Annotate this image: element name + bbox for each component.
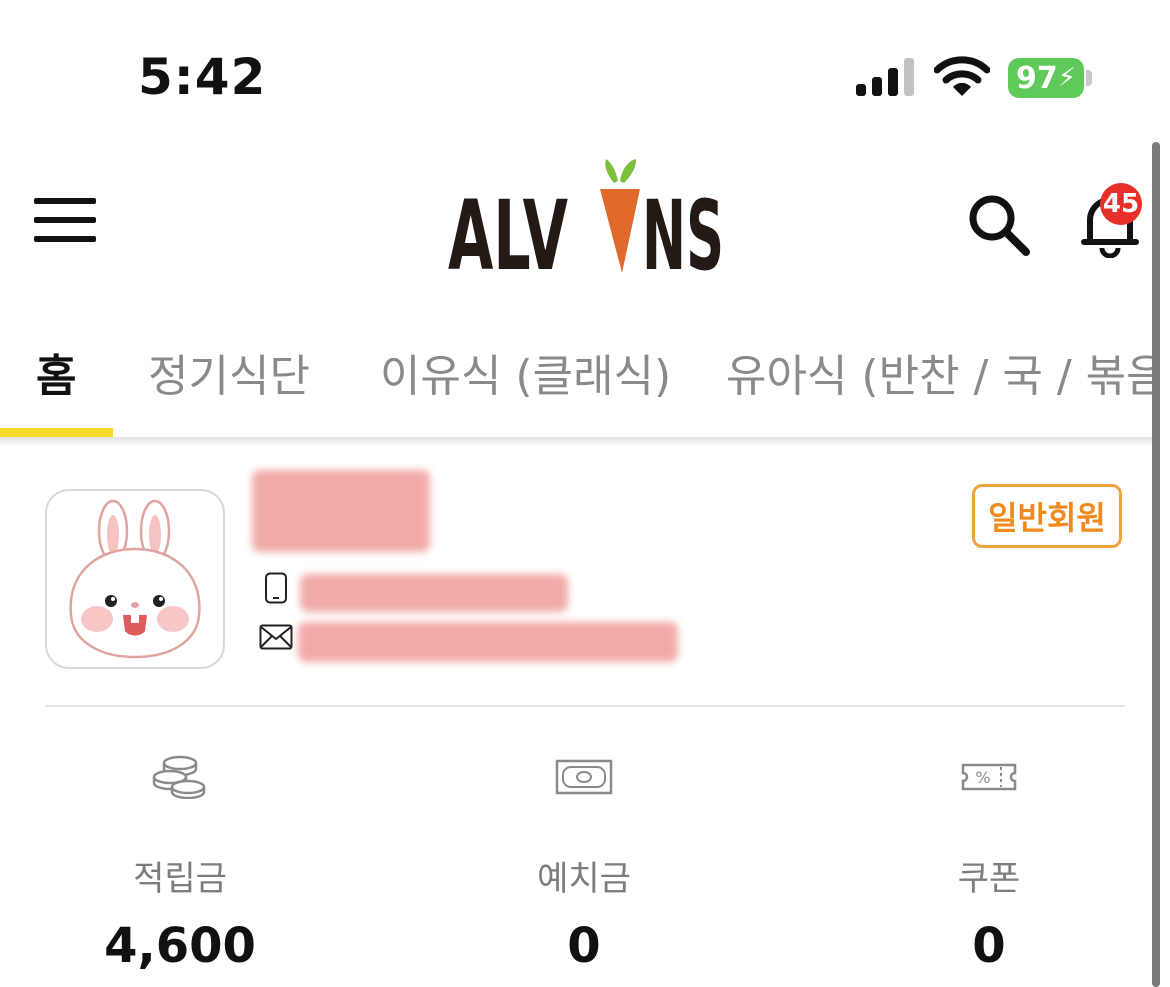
deposit-stat[interactable]: 예치금 0 (434, 755, 734, 974)
coupon-label: 쿠폰 (957, 859, 1021, 899)
coupon-value: 0 (972, 918, 1006, 974)
search-icon[interactable] (966, 192, 1032, 258)
notification-count-badge: 45 (1100, 183, 1142, 225)
active-tab-indicator (0, 428, 113, 437)
member-grade-badge: 일반회원 (972, 484, 1122, 548)
redacted-username (252, 470, 430, 552)
category-tabs: 홈 정기식단 이유식 (클래식) 유아식 (반찬 / 국 / 볶음밥 (0, 320, 1152, 438)
battery-indicator: 97 ⚡ (1008, 58, 1084, 98)
coupon-stat[interactable]: % 쿠폰 0 (839, 755, 1139, 974)
tab-toddler-food[interactable]: 유아식 (반찬 / 국 / 볶음밥 (726, 340, 1152, 404)
wifi-icon (934, 56, 990, 96)
points-stat[interactable]: 적립금 4,600 (30, 755, 330, 974)
svg-text:NS: NS (642, 180, 724, 277)
tabs-shadow (0, 437, 1152, 447)
hamburger-menu-button[interactable] (34, 198, 98, 246)
redacted-email (298, 622, 678, 662)
scrollbar[interactable] (1152, 142, 1160, 987)
tab-home[interactable]: 홈 (36, 340, 76, 404)
redacted-phone (300, 574, 568, 612)
menu-line (34, 198, 96, 204)
tab-regular-meal-plan[interactable]: 정기식단 (148, 340, 310, 404)
points-label: 적립금 (133, 859, 227, 899)
deposit-value: 0 (567, 918, 601, 974)
cash-icon (555, 759, 613, 795)
mail-icon (259, 624, 293, 650)
tab-baby-food-classic[interactable]: 이유식 (클래식) (380, 340, 671, 404)
coupon-icon: % (961, 763, 1017, 791)
battery-tip (1086, 70, 1092, 86)
cellular-signal-icon (856, 58, 914, 96)
coins-icon (152, 755, 206, 799)
alvins-logo[interactable]: ALV NS (446, 155, 726, 277)
battery-level: 97 (1015, 60, 1058, 96)
menu-line (34, 236, 96, 242)
svg-text:ALV: ALV (448, 180, 568, 277)
menu-line (34, 217, 96, 223)
charging-bolt-icon: ⚡ (1057, 63, 1076, 93)
phone-icon (265, 572, 287, 604)
status-time: 5:42 (138, 48, 267, 106)
deposit-label: 예치금 (537, 859, 631, 899)
bunny-avatar-icon (69, 499, 201, 659)
avatar[interactable] (45, 489, 225, 669)
divider (45, 705, 1125, 707)
points-value: 4,600 (104, 918, 256, 974)
svg-text:%: % (975, 768, 990, 787)
